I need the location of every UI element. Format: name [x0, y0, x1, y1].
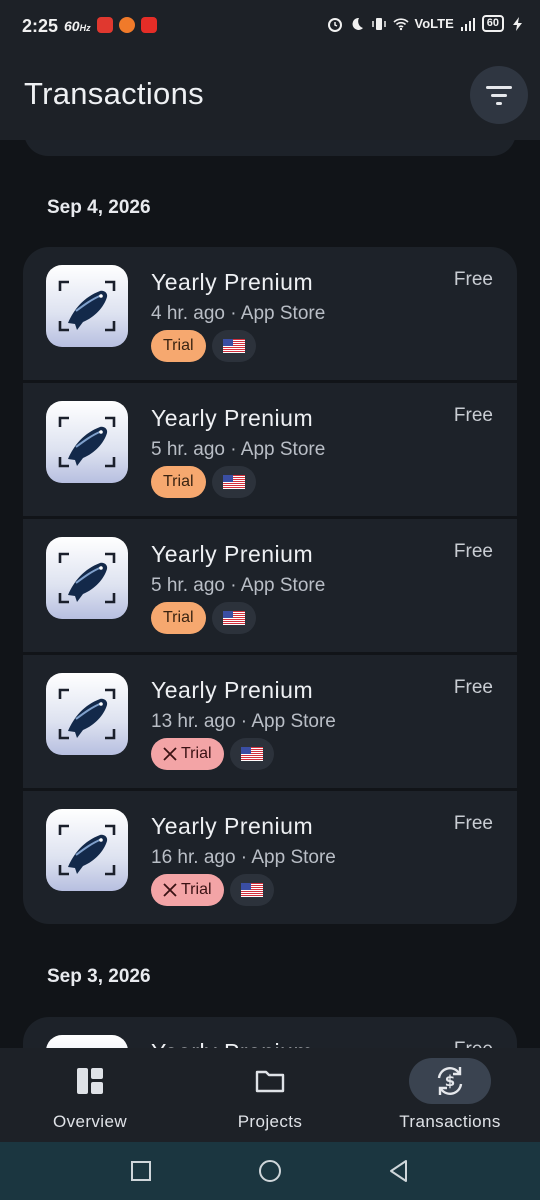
transaction-badges: Trial — [151, 330, 256, 362]
transaction-row[interactable]: Yearly Prenium 5 hr. ago · App Store Free T… — [23, 516, 517, 652]
transaction-row[interactable]: Yearly Prenium Free — [23, 1017, 517, 1048]
nav-label: Transactions — [399, 1112, 501, 1131]
nav-projects[interactable]: Projects — [180, 1048, 360, 1142]
charging-icon — [513, 16, 522, 31]
vibrate-icon — [371, 17, 386, 30]
notification-app-icon — [97, 17, 113, 33]
app-icon — [46, 673, 128, 755]
dashboard-icon — [77, 1068, 103, 1094]
us-flag-icon — [222, 339, 245, 353]
cancelled-trial-badge: Trial — [151, 874, 224, 906]
transaction-title: Yearly Prenium — [151, 1039, 313, 1048]
nav-label: Overview — [52, 1112, 128, 1131]
transaction-subtitle: 13 hr. ago · App Store — [151, 711, 336, 732]
us-flag-icon — [222, 475, 245, 489]
transaction-badges: Trial — [151, 602, 256, 634]
us-flag-icon — [240, 747, 263, 761]
badge-label: Trial — [163, 337, 194, 354]
svg-text:$: $ — [445, 1072, 455, 1090]
transaction-amount: Free — [453, 269, 493, 290]
wifi-icon — [392, 17, 409, 30]
date-header: Sep 4, 2026 — [47, 197, 151, 218]
folder-icon — [255, 1070, 285, 1093]
badge-label: Trial — [163, 609, 194, 626]
trial-badge: Trial — [151, 330, 206, 362]
transaction-subtitle: 16 hr. ago · App Store — [151, 847, 336, 868]
transaction-badges: Trial — [151, 466, 256, 498]
trial-badge: Trial — [151, 466, 206, 498]
status-time: 2:25 — [22, 16, 59, 36]
home-circle-icon[interactable] — [257, 1158, 283, 1184]
status-indicators: VoLTE 60 — [327, 15, 527, 32]
app-icon — [46, 401, 128, 483]
recents-square-icon[interactable] — [128, 1158, 154, 1184]
transaction-amount: Free — [453, 813, 493, 834]
currency-exchange-icon: $ — [437, 1067, 463, 1095]
us-flag-icon — [222, 611, 245, 625]
country-badge — [211, 466, 256, 498]
previous-group-card — [24, 140, 516, 156]
transaction-subtitle: 5 hr. ago · App Store — [151, 439, 326, 460]
refresh-rate: 60Hz — [64, 18, 91, 34]
transaction-row[interactable]: Yearly Prenium 16 hr. ago · App Store Free… — [23, 788, 517, 924]
app-icon — [46, 265, 128, 347]
transaction-amount: Free — [453, 677, 493, 698]
app-icon — [46, 809, 128, 891]
date-header: Sep 3, 2026 — [47, 966, 151, 987]
transactions-list[interactable]: Sep 4, 2026 Yearly Prenium 4 hr. ago · Ap… — [0, 140, 540, 1048]
transaction-badges: Trial — [151, 738, 274, 770]
bottom-navigation: Overview Projects $ Transactions — [0, 1048, 540, 1142]
app-icon — [46, 537, 128, 619]
nav-transactions[interactable]: $ Transactions — [360, 1048, 540, 1142]
nav-pill — [49, 1058, 131, 1104]
country-badge — [211, 330, 256, 362]
badge-label: Trial — [181, 881, 212, 898]
app-icon — [46, 1035, 128, 1048]
country-badge — [229, 738, 274, 770]
youtube-icon — [141, 17, 157, 33]
nav-pill — [229, 1058, 311, 1104]
close-icon — [163, 747, 177, 761]
transaction-group: Yearly Prenium 4 hr. ago · App Store Free T… — [23, 247, 517, 924]
filter-button[interactable] — [470, 66, 528, 124]
transaction-title: Yearly Prenium — [151, 541, 314, 567]
nav-overview[interactable]: Overview — [0, 1048, 180, 1142]
page-title: Transactions — [24, 76, 204, 111]
transaction-title: Yearly Prenium — [151, 813, 314, 839]
cancelled-trial-badge: Trial — [151, 738, 224, 770]
transaction-title: Yearly Prenium — [151, 405, 314, 431]
alarm-icon — [327, 17, 342, 32]
close-icon — [163, 883, 177, 897]
trial-badge: Trial — [151, 602, 206, 634]
transaction-title: Yearly Prenium — [151, 677, 314, 703]
transaction-group: Yearly Prenium Free — [23, 1017, 517, 1048]
filter-icon — [486, 86, 512, 105]
transaction-amount: Free — [454, 1039, 493, 1048]
transaction-amount: Free — [453, 541, 493, 562]
network-type: VoLTE — [414, 16, 454, 31]
transaction-subtitle: 5 hr. ago · App Store — [151, 575, 326, 596]
us-flag-icon — [240, 883, 263, 897]
country-badge — [211, 602, 256, 634]
system-navigation-bar — [0, 1142, 540, 1200]
battery-level: 60 — [481, 15, 504, 32]
transaction-title: Yearly Prenium — [151, 269, 314, 295]
transaction-amount: Free — [453, 405, 493, 426]
do-not-disturb-moon-icon — [352, 17, 363, 30]
country-badge — [229, 874, 274, 906]
transaction-subtitle: 4 hr. ago · App Store — [151, 303, 326, 324]
transaction-badges: Trial — [151, 874, 274, 906]
app-header: Transactions — [0, 54, 540, 140]
back-triangle-icon[interactable] — [386, 1158, 412, 1184]
nav-pill-active: $ — [409, 1058, 491, 1104]
signal-icon — [460, 17, 475, 31]
transaction-row[interactable]: Yearly Prenium 5 hr. ago · App Store Free T… — [23, 380, 517, 516]
transaction-row[interactable]: Yearly Prenium 4 hr. ago · App Store Free T… — [23, 247, 517, 380]
alarm-notification-icon — [119, 17, 135, 33]
status-bar: 2:25 60Hz VoLTE 60 — [0, 0, 540, 54]
badge-label: Trial — [163, 473, 194, 490]
nav-label: Projects — [237, 1112, 303, 1131]
transaction-row[interactable]: Yearly Prenium 13 hr. ago · App Store Free… — [23, 652, 517, 788]
badge-label: Trial — [181, 745, 212, 762]
